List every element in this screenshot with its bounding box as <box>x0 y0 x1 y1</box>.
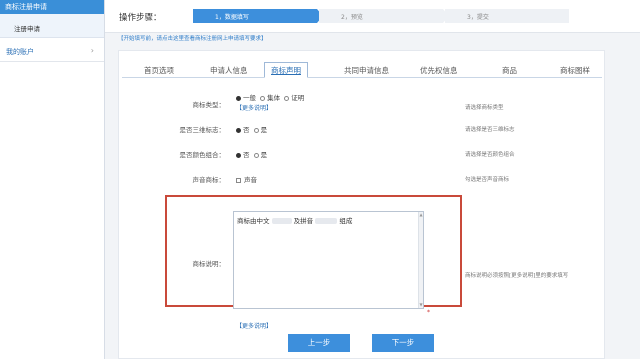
step-1: 1，数据填写 <box>193 9 317 23</box>
more-info-link[interactable]: 【更多说明】 <box>236 103 272 112</box>
redacted-block <box>271 218 292 224</box>
sidebar-item-register[interactable]: 注册申请 <box>0 14 104 38</box>
three-d-label: 是否三维标志： <box>179 126 226 134</box>
checkbox-icon <box>236 177 241 183</box>
three-d-radios: 否 是 <box>236 124 267 134</box>
description-label: 商标说明： <box>192 260 226 268</box>
sound-mark-note: 勾选是否声音商标 <box>465 177 510 183</box>
radio-selected-icon <box>236 127 241 133</box>
tab-mark-statement[interactable]: 商标声明 <box>264 62 308 78</box>
description-text: 商标由中文 及拼音 组成 <box>237 217 353 225</box>
radio-icon <box>253 127 259 133</box>
description-textarea[interactable]: 商标由中文 及拼音 组成 ▲ ▼ <box>233 211 424 309</box>
radio-selected-icon <box>236 95 241 101</box>
color-combo-note: 请选择是否颜色组合 <box>465 152 515 158</box>
radio-color-no[interactable]: 否 <box>236 151 250 159</box>
sidebar-header[interactable]: 商标注册申请 <box>0 0 104 14</box>
scroll-up-icon[interactable]: ▲ <box>419 213 423 217</box>
chevron-right-icon: › <box>90 46 94 55</box>
sound-mark-label: 声音商标： <box>192 176 226 184</box>
tab-goods[interactable]: 商品 <box>502 65 517 76</box>
radio-three-d-no[interactable]: 否 <box>236 126 250 134</box>
required-marker: * <box>427 309 430 316</box>
sidebar-item-label: 我的账户 <box>6 48 34 56</box>
sidebar: 商标注册申请 注册申请 我的账户 › <box>0 0 105 359</box>
radio-three-d-yes[interactable]: 是 <box>253 126 267 134</box>
step-2: 2，预览 <box>319 9 443 23</box>
description-note: 商标说明必须按照[更多说明]里的要求填写 <box>465 273 569 279</box>
redacted-block <box>315 218 338 224</box>
mark-type-note: 请选择商标类型 <box>465 105 504 111</box>
radio-general[interactable]: 一般 <box>236 94 256 102</box>
radio-selected-icon <box>236 152 241 158</box>
tab-bar: 首页选项 申请人信息 商标声明 共同申请信息 优先权信息 商品 商标图样 <box>122 62 602 78</box>
fill-requirements-link[interactable]: 【开始填写前，请点击这里查看商标注册网上申请填写要求】 <box>118 34 267 42</box>
radio-icon <box>284 95 290 101</box>
prev-step-button[interactable]: 上一步 <box>288 334 350 352</box>
tab-home-options[interactable]: 首页选项 <box>144 65 174 76</box>
step-3: 3，提交 <box>445 9 569 23</box>
tab-joint-application[interactable]: 共同申请信息 <box>344 65 389 76</box>
tab-mark-image[interactable]: 商标图样 <box>560 65 590 76</box>
sound-mark-checkbox[interactable]: 声音 <box>236 174 257 184</box>
description-more-link[interactable]: 【更多说明】 <box>236 321 272 330</box>
sidebar-item-account[interactable]: 我的账户 › <box>0 38 104 62</box>
textarea-scrollbar[interactable]: ▲ ▼ <box>418 212 423 308</box>
radio-certification[interactable]: 证明 <box>284 94 304 102</box>
radio-color-yes[interactable]: 是 <box>253 151 267 159</box>
steps-bar: 操作步骤： 1，数据填写 2，预览 3，提交 <box>105 0 640 33</box>
radio-icon <box>253 152 259 158</box>
next-step-button[interactable]: 下一步 <box>372 334 434 352</box>
color-combo-radios: 否 是 <box>236 149 267 159</box>
three-d-note: 请选择是否三维标志 <box>465 127 515 133</box>
color-combo-label: 是否颜色组合： <box>179 151 226 159</box>
mark-type-radios: 一般 集体 证明 <box>236 92 304 102</box>
radio-icon <box>260 95 266 101</box>
tab-applicant-info[interactable]: 申请人信息 <box>210 65 248 76</box>
tab-priority-info[interactable]: 优先权信息 <box>420 65 458 76</box>
scroll-down-icon[interactable]: ▼ <box>419 303 423 307</box>
steps-label: 操作步骤： <box>119 13 162 23</box>
radio-collective[interactable]: 集体 <box>260 94 280 102</box>
mark-type-label: 商标类型： <box>192 101 226 109</box>
